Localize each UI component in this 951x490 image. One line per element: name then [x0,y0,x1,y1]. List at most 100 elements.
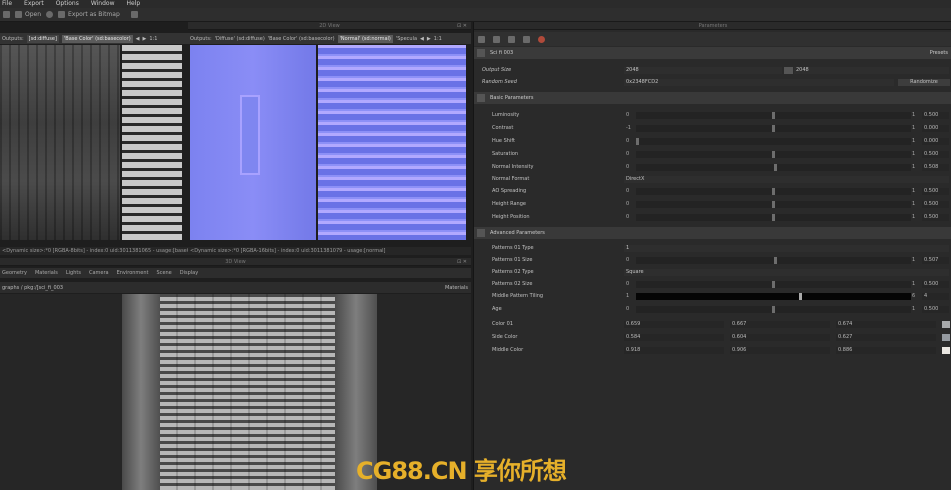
param-value-field[interactable]: 0.508 [922,163,949,171]
param-value-field[interactable]: 0.500 [922,213,949,221]
tab-lights[interactable]: Lights [66,270,81,276]
param-slider[interactable] [636,292,911,300]
output-diffuse-right[interactable]: 'Diffuse' (sd:diffuse) [215,36,265,42]
slider-min: 0 [626,138,630,144]
param-value-field[interactable]: 4 [922,292,949,300]
param-value-field[interactable]: 0.500 [922,111,949,119]
slider-handle[interactable] [772,187,775,195]
materials-select[interactable]: Materials [445,285,468,291]
presets-button[interactable]: Presets [930,47,948,59]
slider-handle[interactable] [772,305,775,313]
prev-icon-right[interactable]: ◀ [420,36,424,42]
random-seed-field[interactable]: 0x2348FCD2 [624,78,894,86]
params-icon-4[interactable] [523,35,530,43]
color-channel-g[interactable]: 0.906 [730,346,830,354]
output-diffuse-chip[interactable]: [sd:diffuse] [26,34,59,43]
menu-grip-icon[interactable] [3,11,10,18]
basic-parameters-header[interactable]: Basic Parameters [474,92,951,104]
menu-options[interactable]: Options [56,0,79,8]
prev-icon[interactable]: ◀ [136,36,140,42]
params-icon-1[interactable] [478,35,485,43]
zoom-select[interactable]: 1:1 [149,36,157,42]
params-icon-3[interactable] [508,35,515,43]
color-swatch[interactable] [942,346,950,354]
slider-handle[interactable] [772,213,775,221]
slider-handle[interactable] [772,150,775,158]
slider-handle[interactable] [772,111,775,119]
param-slider[interactable] [636,150,911,158]
output-specular-right[interactable]: 'Specula [396,36,417,42]
param-slider[interactable] [636,124,911,132]
output-basecolor-chip[interactable]: 'Base Color' (sd:basecolor) [61,34,133,43]
param-slider[interactable] [636,137,911,145]
slider-min: 0 [626,214,630,220]
menu-help[interactable]: Help [127,0,141,8]
output-normal-chip[interactable]: 'Normal' (sd:normal) [337,34,393,43]
color-channel-g[interactable]: 0.604 [730,333,830,341]
zoom-select-right[interactable]: 1:1 [434,36,442,42]
color-channel-r[interactable]: 0.659 [624,320,724,328]
param-value-field[interactable]: 0.500 [922,187,949,195]
next-icon-right[interactable]: ▶ [427,36,431,42]
slider-handle[interactable] [799,292,803,300]
param-value-field[interactable]: 0.500 [922,200,949,208]
randomize-button[interactable]: Randomize [898,78,950,86]
next-icon[interactable]: ▶ [143,36,147,42]
menu-export[interactable]: Export [24,0,44,8]
param-value-field[interactable]: 0.500 [922,150,949,158]
tab-geometry[interactable]: Geometry [2,270,27,276]
menu-file[interactable]: File [2,0,12,8]
param-slider[interactable] [636,163,911,171]
color-swatch[interactable] [942,333,950,341]
close-icon[interactable]: ⊡ ✕ [457,22,467,30]
color-channel-b[interactable]: 0.674 [836,320,936,328]
patterns02-type-select[interactable]: Square [624,268,949,276]
slider-handle[interactable] [636,137,639,145]
color-channel-b[interactable]: 0.627 [836,333,936,341]
open-button[interactable]: Open [15,11,41,18]
tab-camera[interactable]: Camera [89,270,109,276]
output-size-height[interactable]: 2048 [794,66,949,74]
param-value-field[interactable]: 0.000 [922,137,949,145]
param-slider[interactable] [636,200,911,208]
color-channel-r[interactable]: 0.918 [624,346,724,354]
color-channel-b[interactable]: 0.886 [836,346,936,354]
params-icon-2[interactable] [493,35,500,43]
slider-handle[interactable] [774,163,778,171]
param-value-field[interactable]: 0.500 [922,305,949,313]
param-value-field[interactable]: 0.000 [922,124,949,132]
export-bitmap-button[interactable]: Export as Bitmap [58,11,120,18]
param-slider[interactable] [636,256,911,264]
param-slider[interactable] [636,280,911,288]
basic-param-row: Contrast -1 1 0.000 [474,122,951,134]
reset-icon[interactable] [538,35,545,43]
advanced-parameters-header[interactable]: Advanced Parameters [474,227,951,239]
param-label: Middle Pattern Tiling [492,293,544,299]
slider-handle[interactable] [773,256,777,264]
color-swatch[interactable] [942,320,950,328]
tab-environment[interactable]: Environment [117,270,149,276]
slider-handle[interactable] [772,200,775,208]
param-slider[interactable] [636,305,911,313]
refresh-icon[interactable] [46,11,54,18]
tab-materials[interactable]: Materials [35,270,58,276]
tab-display[interactable]: Display [180,270,198,276]
patterns01-type-select[interactable]: 1 [624,244,949,252]
link-icon[interactable] [784,66,793,74]
output-size-width[interactable]: 2048 [624,66,782,74]
slider-handle[interactable] [772,280,775,288]
tab-scene[interactable]: Scene [157,270,172,276]
param-slider[interactable] [636,111,911,119]
close-icon-3d[interactable]: ⊡ ✕ [457,258,467,266]
output-basecolor-right[interactable]: 'Base Color' (sd:basecolor) [268,36,335,42]
color-channel-g[interactable]: 0.667 [730,320,830,328]
param-value-field[interactable]: 0.500 [922,280,949,288]
param-slider[interactable] [636,187,911,195]
normal-format-select[interactable]: DirectX [624,175,949,183]
color-channel-r[interactable]: 0.584 [624,333,724,341]
param-slider[interactable] [636,213,911,221]
param-value-field[interactable]: 0.507 [922,256,949,264]
menu-window[interactable]: Window [91,0,115,8]
slider-handle[interactable] [772,124,775,132]
settings-icon[interactable] [130,11,138,18]
